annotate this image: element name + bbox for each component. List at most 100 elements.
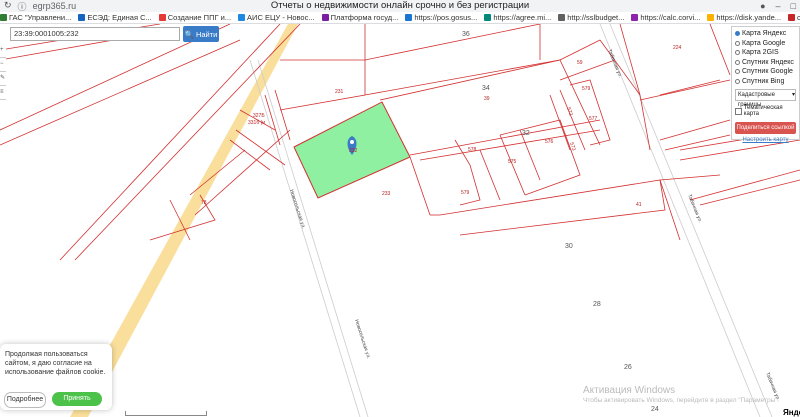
parcel-label: 576 — [545, 139, 554, 145]
bookmark-item[interactable]: АИС ЕЦУ - Новос... — [238, 13, 315, 22]
reload-icon[interactable]: ↻ — [4, 0, 12, 13]
minimize-icon[interactable]: – — [776, 0, 781, 12]
parcel-label: 327Б — [253, 113, 265, 119]
street-label: Табачная ул. — [686, 194, 703, 224]
bookmark-item[interactable]: https://calc.corvi... — [631, 13, 700, 22]
bookmark-label: http://sslbudget... — [567, 13, 625, 22]
radio-icon[interactable] — [735, 69, 740, 75]
bookmark-label: АИС ЕЦУ - Новос... — [247, 13, 315, 22]
bookmark-item[interactable]: Платформа госуд... — [321, 13, 398, 22]
windows-activation-watermark: Активация Windows Чтобы активировать Win… — [583, 385, 779, 404]
parcel-label: 579 — [582, 86, 591, 92]
address-bar[interactable]: egrp365.ru — [33, 1, 77, 11]
cookie-more-button[interactable]: Подробнее — [4, 392, 46, 408]
bookmark-label: https://agree.mi... — [493, 13, 552, 22]
parcel-label: 578 — [468, 147, 477, 153]
block-label: 26 — [624, 364, 632, 371]
search-icon: 🔍 — [184, 29, 194, 39]
cookie-text: Продолжая пользоваться сайтом, я даю сог… — [5, 351, 106, 376]
radio-icon[interactable] — [735, 78, 740, 84]
layer-option-label: Спутник Bing — [742, 77, 785, 85]
radio-icon[interactable] — [735, 40, 740, 46]
map-canvas[interactable]: 224 59 231 232 578 575 576 579 577 572 5… — [0, 24, 800, 417]
share-link-button[interactable]: Поделиться ссылкой — [735, 122, 796, 134]
parcel-label: 59 — [577, 60, 583, 66]
layer-option[interactable]: Карта 2GIS — [735, 48, 796, 58]
bookmark-icon — [321, 14, 329, 21]
ruler-icon[interactable]: ✎ — [0, 72, 6, 86]
bookmark-label: ЕСЭД: Единая С... — [87, 13, 152, 22]
layer-options: Карта Яндекс Карта Google Карта 2GIS Спутни… — [735, 29, 796, 86]
parcel-label: 573 — [568, 142, 577, 152]
find-button[interactable]: 🔍 Найти — [183, 26, 219, 42]
bookmark-icon — [484, 14, 492, 21]
layer-option[interactable]: Спутник Яндекс — [735, 58, 796, 68]
bookmark-item[interactable]: сколько марок и... — [788, 13, 800, 22]
checkbox-icon[interactable] — [735, 107, 742, 115]
parcel-label: 572 — [565, 107, 574, 117]
profile-icon[interactable]: ● — [760, 0, 765, 12]
bookmark-item[interactable]: https://pos.gosus... — [405, 13, 477, 22]
bookmarks-bar: ГАС "Управлени... ЕСЭД: Единая С... Создан… — [0, 12, 800, 24]
window-controls: ● – □ — [760, 0, 796, 12]
map-scale-bar — [125, 411, 207, 416]
parcel-label: 231 — [335, 89, 344, 95]
bookmark-label: https://disk.yande... — [716, 13, 782, 22]
block-label: 36 — [462, 31, 470, 38]
layer-option[interactable]: Карта Яндекс — [735, 29, 796, 39]
radio-icon[interactable] — [735, 50, 740, 56]
info-icon[interactable]: ⓘ — [18, 0, 27, 13]
thematic-map-label: Тематическая карта — [743, 105, 783, 117]
radio-icon[interactable] — [735, 31, 740, 37]
configure-map-link[interactable]: Настроить карту — [735, 137, 796, 143]
bookmark-label: ГАС "Управлени... — [9, 13, 72, 22]
layer-option-label: Карта Google — [742, 39, 786, 47]
radio-icon[interactable] — [735, 59, 740, 65]
bookmark-icon — [788, 14, 796, 21]
bookmark-icon — [631, 14, 639, 21]
layer-option-label: Спутник Яндекс — [742, 58, 794, 66]
bookmark-item[interactable]: ЕСЭД: Единая С... — [78, 13, 152, 22]
bookmark-item[interactable]: https://disk.yande... — [707, 13, 781, 22]
minor-roads — [249, 24, 773, 417]
block-label: 32 — [522, 130, 530, 137]
layer-option[interactable]: Карта Google — [735, 39, 796, 49]
bookmark-icon — [0, 14, 7, 21]
bookmark-label: Создание ППГ и... — [167, 13, 232, 22]
parcel-label: 575 — [508, 159, 517, 165]
block-label: 34 — [482, 85, 490, 92]
bookmark-item[interactable]: Создание ППГ и... — [158, 13, 232, 22]
watermark-subtitle: Чтобы активировать Windows, перейдите в … — [583, 397, 780, 404]
bookmark-icon — [158, 14, 166, 21]
bookmark-icon — [558, 14, 566, 21]
block-label: 28 — [593, 301, 601, 308]
watermark-title: Активация Windows — [583, 385, 676, 396]
cadastral-map[interactable]: 224 59 231 232 578 575 576 579 577 572 5… — [0, 24, 800, 417]
parcel-label: 331б (и — [248, 120, 265, 126]
cookie-accept-button[interactable]: Принять — [52, 392, 102, 406]
bookmark-item[interactable]: https://agree.mi... — [484, 13, 551, 22]
layers-icon[interactable]: ≡ — [0, 86, 6, 100]
find-button-label: Найти — [195, 29, 218, 39]
parcel-label: 232 — [349, 148, 358, 154]
zoom-in-icon[interactable]: + — [0, 44, 6, 58]
parcel-label: 78 — [201, 200, 207, 206]
thematic-map-toggle[interactable]: Тематическая карта — [735, 105, 796, 117]
zoom-out-icon[interactable]: − — [0, 58, 6, 72]
bookmark-icon — [707, 14, 715, 21]
bookmark-label: https://pos.gosus... — [414, 13, 478, 22]
yandex-logo: Яндекс — [783, 408, 800, 417]
layer-option-label: Карта Яндекс — [742, 30, 787, 38]
bookmark-item[interactable]: ГАС "Управлени... — [0, 13, 71, 22]
cadastral-search-input[interactable] — [10, 27, 180, 41]
maximize-icon[interactable]: □ — [791, 0, 796, 12]
bookmark-icon — [405, 14, 413, 21]
bookmark-icon — [78, 14, 86, 21]
boundary-select-value: Кадастровые границы — [738, 92, 775, 108]
browser-nav: ↻ ⓘ — [0, 0, 27, 13]
layer-option[interactable]: Спутник Bing — [735, 77, 796, 87]
map-tools: + − ✎ ≡ — [0, 44, 6, 100]
layer-option[interactable]: Спутник Google — [735, 67, 796, 77]
boundary-select[interactable]: Кадастровые границы ▾ — [735, 89, 796, 108]
bookmark-item[interactable]: http://sslbudget... — [558, 13, 624, 22]
